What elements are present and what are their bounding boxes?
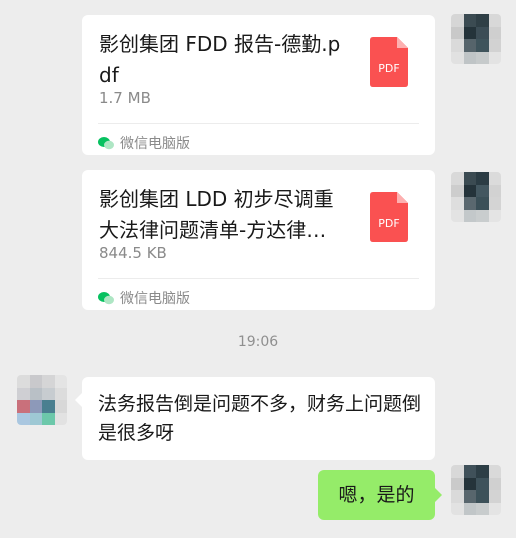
card-source: 微信电脑版: [98, 288, 190, 308]
sender-avatar-blurred[interactable]: [451, 172, 501, 222]
contact-avatar-blurred[interactable]: [17, 375, 67, 425]
svg-text:PDF: PDF: [378, 62, 399, 75]
card-divider: [98, 278, 419, 279]
wechat-icon: [98, 137, 114, 150]
message-timestamp: 19:06: [237, 334, 279, 350]
self-avatar-blurred[interactable]: [451, 465, 501, 515]
file-message-card[interactable]: 影创集团 LDD 初步尽调重大法律问题清单-方达律… 844.5 KB PDF …: [82, 170, 435, 310]
file-message-card[interactable]: 影创集团 FDD 报告-德勤.pdf 1.7 MB PDF 微信电脑版: [82, 15, 435, 155]
source-label: 微信电脑版: [120, 291, 190, 307]
file-name: 影创集团 LDD 初步尽调重大法律问题清单-方达律…: [99, 187, 334, 242]
file-name: 影创集团 FDD 报告-德勤.pdf: [99, 32, 341, 87]
file-size: 1.7 MB: [99, 89, 151, 107]
wechat-icon: [98, 292, 114, 305]
pdf-icon: PDF: [370, 192, 408, 242]
file-size: 844.5 KB: [99, 244, 167, 262]
card-source: 微信电脑版: [98, 133, 190, 153]
source-label: 微信电脑版: [120, 136, 190, 152]
incoming-message-bubble[interactable]: 法务报告倒是问题不多，财务上问题倒是很多呀: [75, 377, 435, 460]
svg-text:PDF: PDF: [378, 217, 399, 230]
card-divider: [98, 123, 419, 124]
outgoing-message-bubble[interactable]: 嗯，是的: [318, 470, 442, 520]
sender-avatar-blurred[interactable]: [451, 14, 501, 64]
pdf-icon: PDF: [370, 37, 408, 87]
